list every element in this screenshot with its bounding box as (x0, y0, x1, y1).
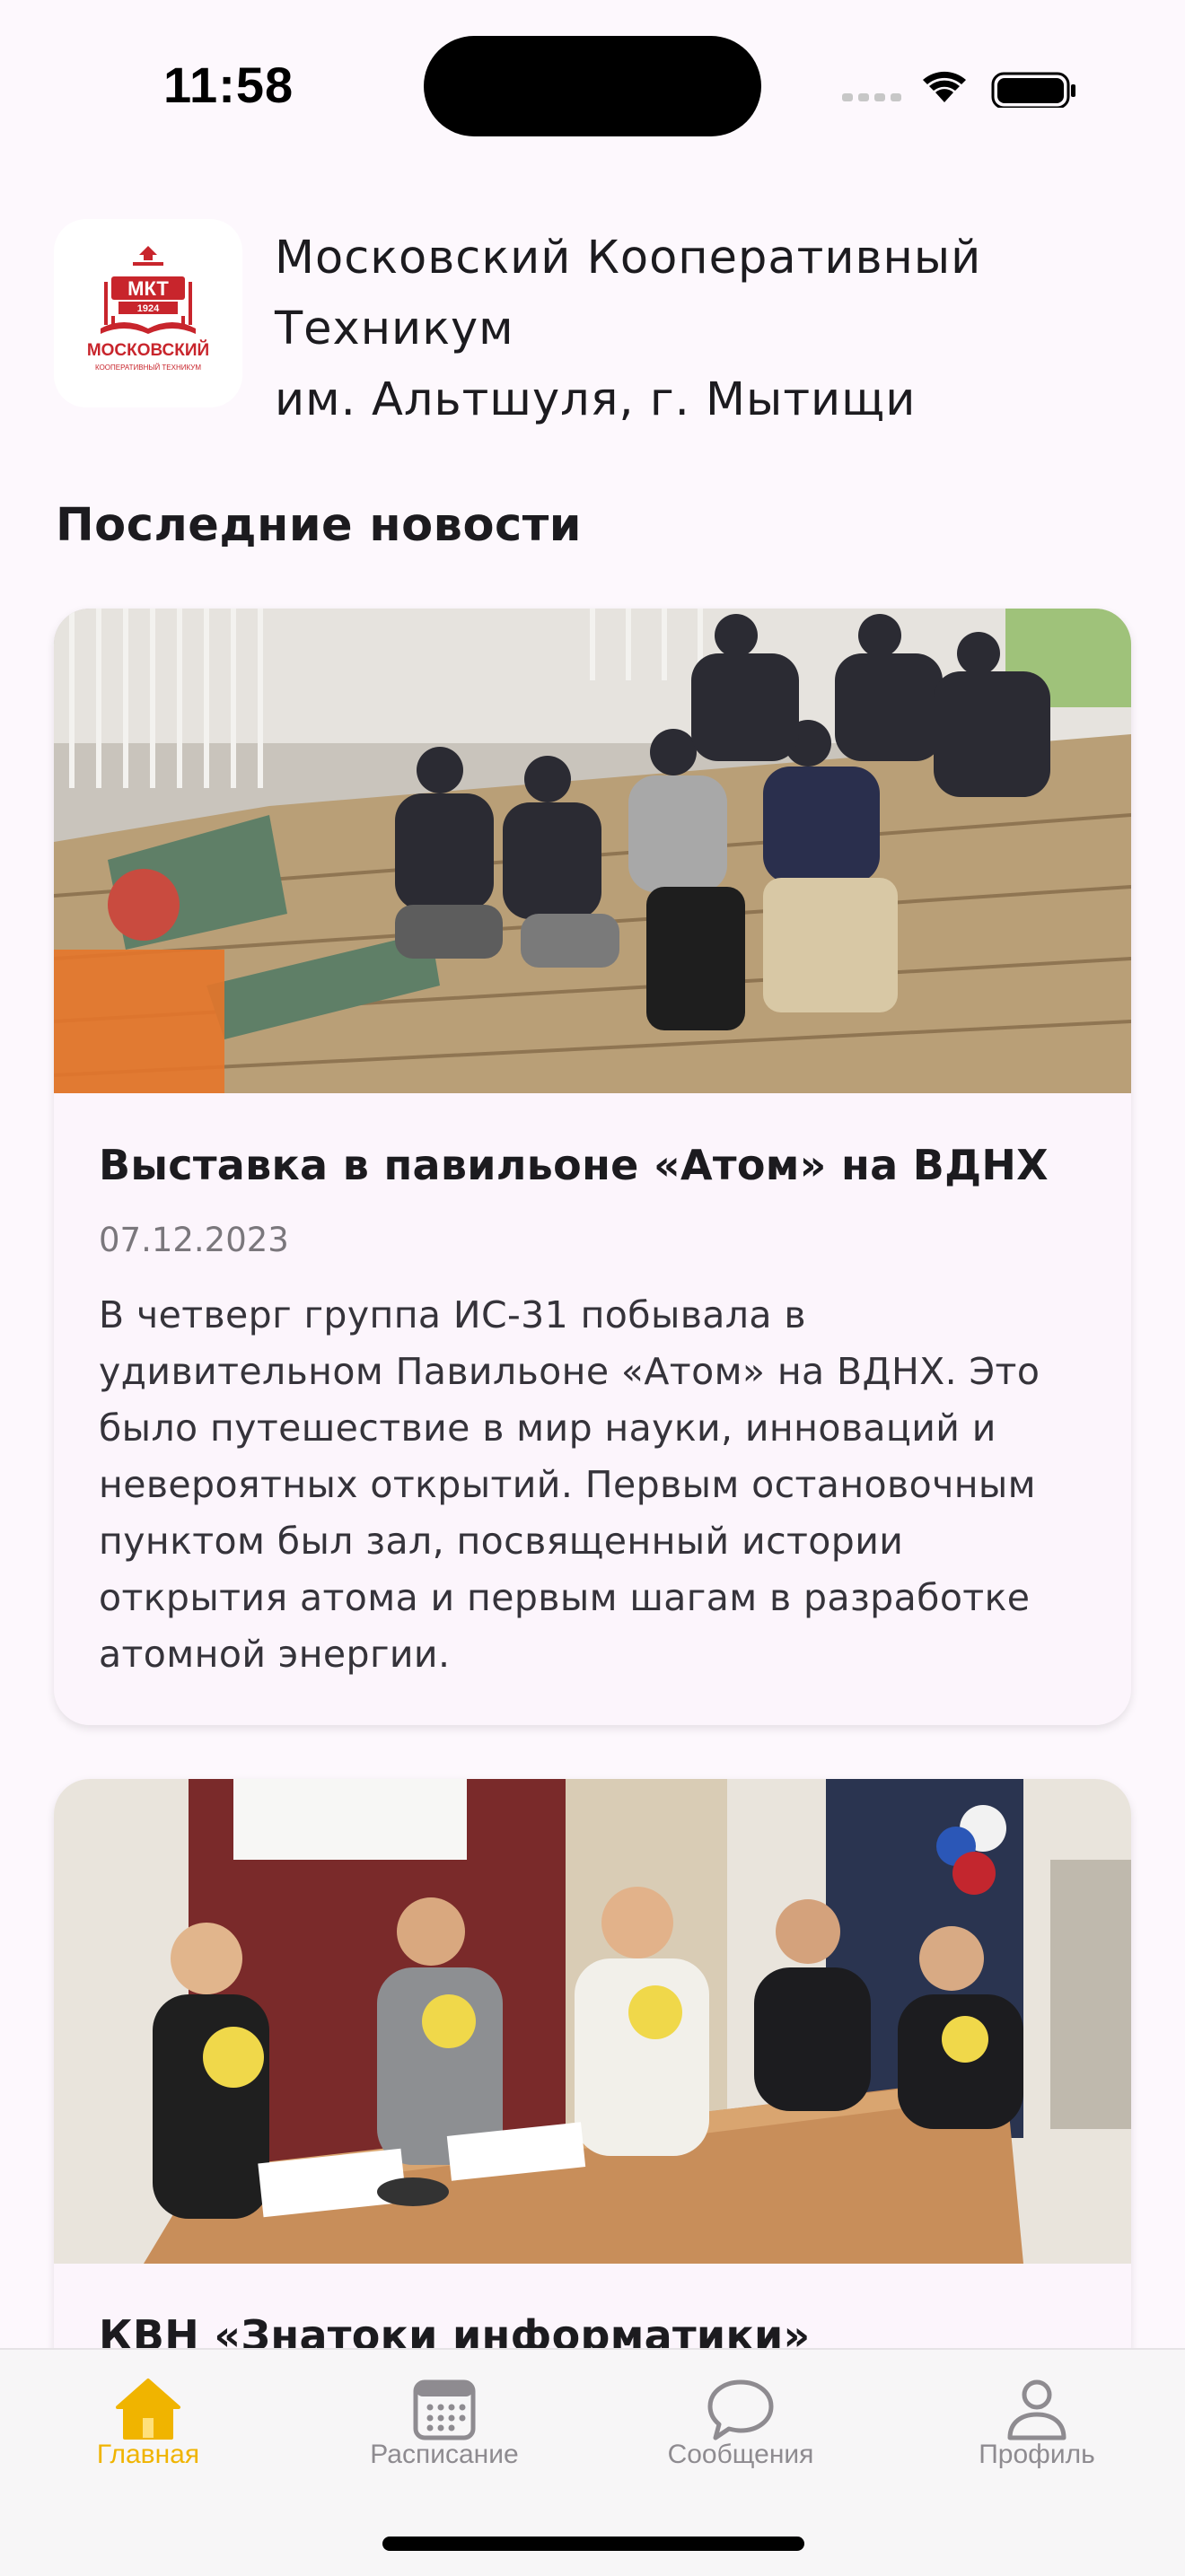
chat-bubble-icon (707, 2379, 774, 2440)
news-photo (54, 1779, 1131, 2264)
news-excerpt-line: атомной энергии. (99, 1633, 451, 1676)
home-icon (116, 2379, 180, 2440)
college-name-line: Московский Кооперативный (275, 232, 982, 285)
news-excerpt: В четверг группа ИС-31 побывала в удивит… (99, 1287, 1086, 1683)
dynamic-island (424, 36, 761, 136)
person-icon (1007, 2379, 1066, 2440)
status-icons (842, 71, 1075, 108)
tab-messages[interactable]: Сообщения (592, 2350, 889, 2475)
tab-home[interactable]: Главная (0, 2350, 296, 2475)
college-header: МКТ 1924 МОСКОВСКИЙ КООПЕРАТИВНЫЙ ТЕХНИК… (54, 219, 1131, 434)
logo-abbreviation: МКТ (127, 277, 169, 300)
battery-icon (991, 72, 1075, 108)
logo-word: МОСКОВСКИЙ (87, 340, 209, 360)
news-excerpt-line: пунктом был зал, посвященный истории (99, 1520, 904, 1563)
news-excerpt-line: удивительном Павильоне «Атом» на ВДНХ. Э… (99, 1350, 1040, 1393)
calendar-icon (413, 2379, 476, 2440)
tab-label: Сообщения (667, 2440, 814, 2469)
home-indicator[interactable] (382, 2537, 804, 2551)
tab-profile[interactable]: Профиль (889, 2350, 1185, 2475)
news-title: Выставка в павильоне «Атом» на ВДНХ (99, 1141, 1049, 1189)
college-logo: МКТ 1924 МОСКОВСКИЙ КООПЕРАТИВНЫЙ ТЕХНИК… (54, 219, 242, 407)
news-excerpt-line: открытия атома и первым шагам в разработ… (99, 1576, 1031, 1619)
news-excerpt-line: невероятных открытий. Первым остановочны… (99, 1463, 1037, 1506)
news-excerpt-line: было путешествие в мир науки, инноваций … (99, 1406, 996, 1450)
college-name-line: Техникум (275, 302, 514, 355)
logo-subtitle: КООПЕРАТИВНЫЙ ТЕХНИКУМ (95, 364, 201, 372)
news-date: 07.12.2023 (99, 1221, 289, 1259)
section-title: Последние новости (56, 499, 583, 552)
status-time: 11:58 (163, 57, 294, 113)
tab-label: Главная (96, 2440, 200, 2469)
news-excerpt-line: В четверг группа ИС-31 побывала в (99, 1293, 806, 1336)
tab-label: Расписание (370, 2440, 519, 2469)
news-photo (54, 609, 1131, 1093)
tab-label: Профиль (979, 2440, 1095, 2469)
signal-icon (842, 93, 901, 101)
wifi-icon (923, 71, 966, 102)
news-card[interactable]: Выставка в павильоне «Атом» на ВДНХ 07.1… (54, 609, 1131, 1725)
college-name-line: им. Альтшуля, г. Мытищи (275, 373, 917, 426)
tab-schedule[interactable]: Расписание (296, 2350, 592, 2475)
status-bar: 11:58 (0, 0, 1185, 171)
logo-year: 1924 (137, 303, 160, 314)
college-name: Московский Кооперативный Техникум им. Ал… (275, 223, 1137, 435)
mkt-logo-icon: МКТ 1924 МОСКОВСКИЙ КООПЕРАТИВНЫЙ ТЕХНИК… (87, 246, 209, 372)
